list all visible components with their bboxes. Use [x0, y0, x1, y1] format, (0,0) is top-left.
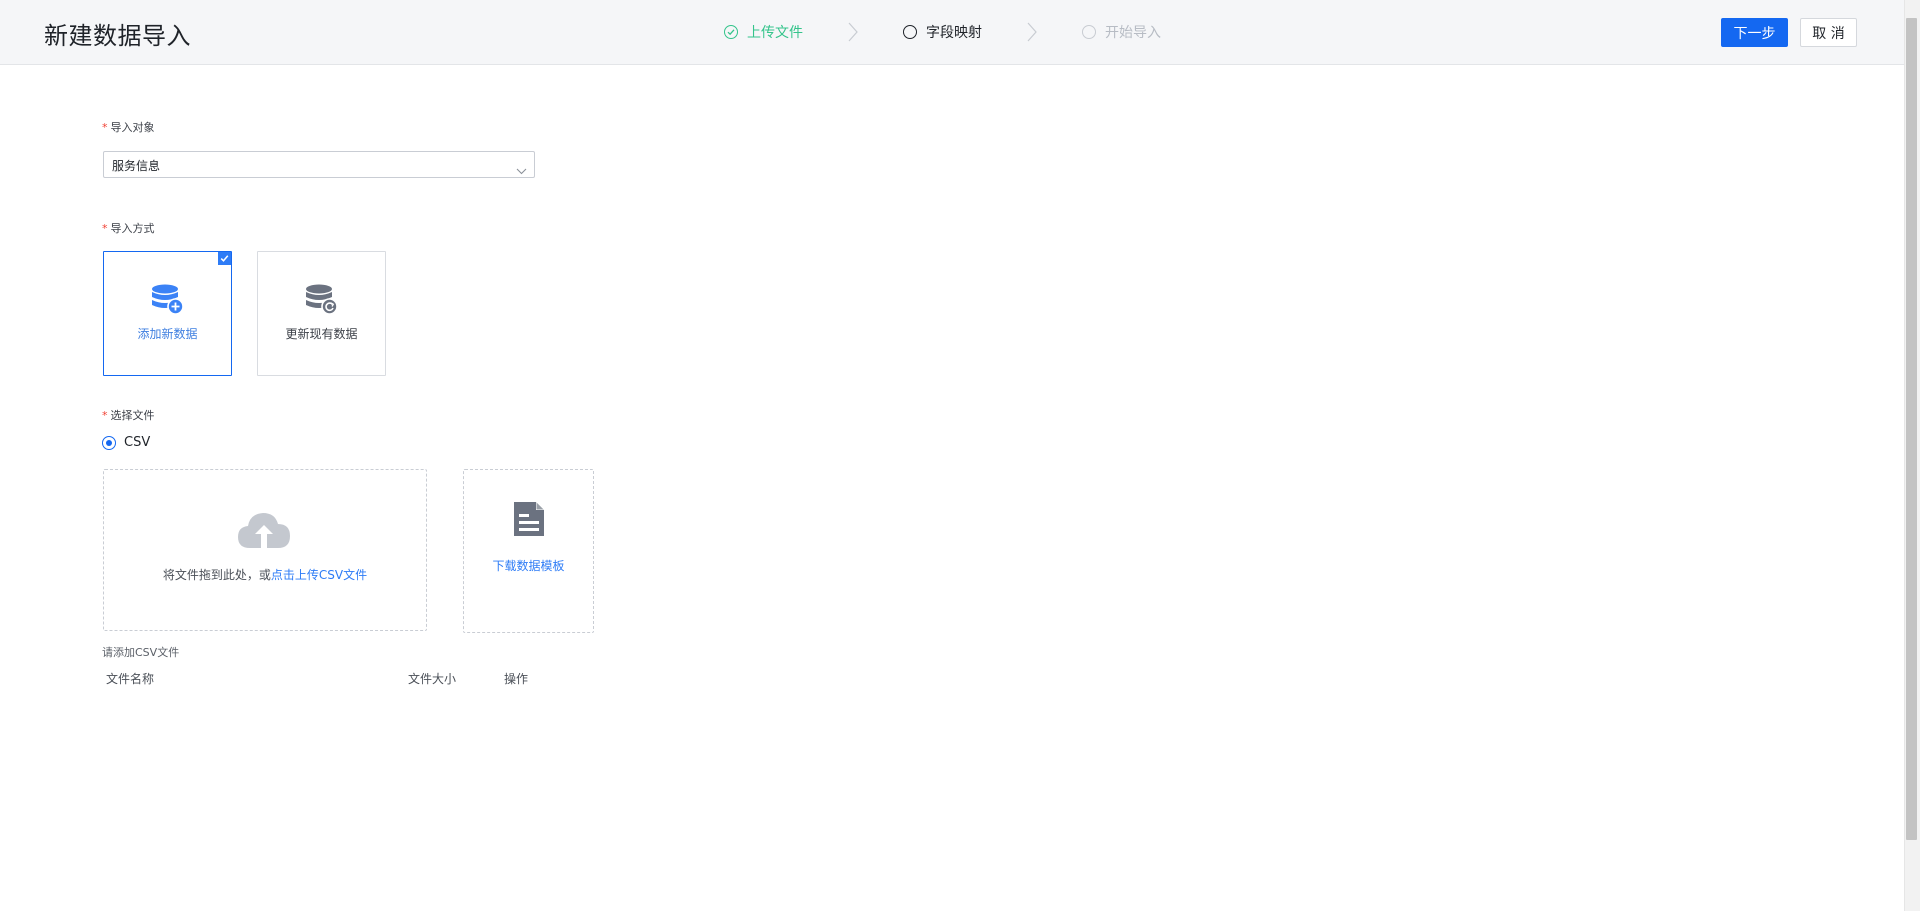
file-dropzone[interactable]: 将文件拖到此处，或点击上传CSV文件: [103, 469, 427, 631]
radio-button[interactable]: [102, 435, 116, 450]
cloud-upload-icon: [236, 508, 292, 556]
checkmark-icon: [218, 252, 231, 265]
database-add-icon: [151, 284, 185, 320]
step-label: 开始导入: [1105, 25, 1161, 41]
dropzone-text: 将文件拖到此处，或点击上传CSV文件: [162, 568, 368, 582]
check-circle-icon: [724, 25, 738, 39]
document-icon: [513, 501, 545, 541]
select-value: 服务信息: [112, 159, 161, 173]
file-type-radio-csv[interactable]: CSV: [102, 435, 150, 450]
column-header-actions: 操作: [504, 672, 529, 686]
upload-csv-link[interactable]: 点击上传CSV文件: [271, 568, 367, 582]
page-title: 新建数据导入: [44, 22, 191, 50]
circle-icon: [1082, 25, 1096, 39]
step-upload-file: 上传文件: [724, 22, 803, 42]
method-update-existing-data[interactable]: 更新现有数据: [257, 251, 386, 376]
method-add-new-data[interactable]: 添加新数据: [103, 251, 232, 376]
required-asterisk: *: [102, 222, 108, 235]
import-target-select[interactable]: 服务信息: [103, 151, 535, 178]
circle-icon: [903, 25, 917, 39]
database-refresh-icon: [305, 284, 339, 320]
required-asterisk: *: [102, 409, 108, 422]
next-step-button[interactable]: 下一步: [1721, 18, 1788, 47]
chevron-right-icon: [982, 22, 1082, 42]
radio-dot: [106, 439, 112, 446]
method-label: 添加新数据: [137, 327, 198, 341]
column-header-file-name: 文件名称: [106, 672, 155, 686]
chevron-right-icon: [803, 22, 903, 42]
step-label: 上传文件: [747, 25, 803, 41]
method-label: 更新现有数据: [285, 327, 358, 341]
import-method-label: * 导入方式: [102, 222, 155, 235]
import-target-label: * 导入对象: [102, 121, 155, 134]
select-file-label: * 选择文件: [102, 409, 155, 422]
step-start-import: 开始导入: [1082, 22, 1161, 42]
chevron-down-icon: [516, 160, 527, 179]
step-label: 字段映射: [926, 25, 982, 41]
add-csv-hint: 请添加CSV文件: [102, 646, 180, 659]
download-template-link[interactable]: 下载数据模板: [464, 557, 593, 574]
cancel-button[interactable]: 取 消: [1800, 18, 1857, 47]
scrollbar-thumb[interactable]: [1906, 18, 1917, 840]
step-field-mapping: 字段映射: [903, 22, 982, 42]
column-header-file-size: 文件大小: [408, 672, 457, 686]
radio-label: CSV: [124, 435, 151, 450]
step-indicator: 上传文件 字段映射 开始导入: [724, 20, 1161, 44]
required-asterisk: *: [102, 121, 108, 134]
download-template-card[interactable]: 下载数据模板: [463, 469, 594, 633]
page-header: 新建数据导入 上传文件 字段映射 开始导入 下一步 取 消: [0, 0, 1904, 65]
